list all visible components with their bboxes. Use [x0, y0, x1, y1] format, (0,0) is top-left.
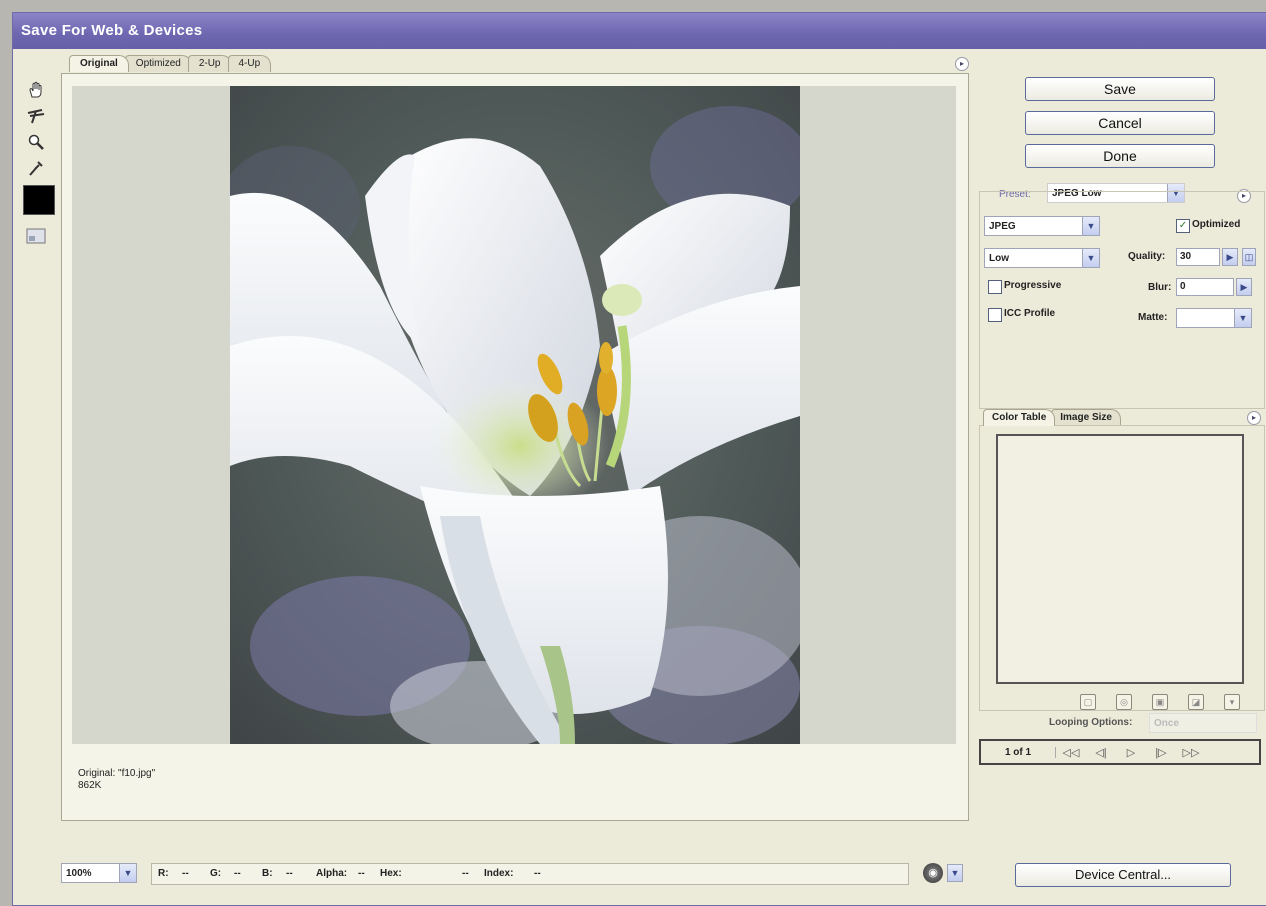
- blur-slider-arrow-icon[interactable]: ▶: [1236, 278, 1252, 296]
- b-label: B:: [262, 868, 273, 879]
- tab-image-size[interactable]: Image Size: [1051, 409, 1121, 426]
- lily-photo: [230, 86, 800, 744]
- color-table-grid[interactable]: [996, 434, 1244, 684]
- blur-field[interactable]: 0: [1176, 278, 1234, 296]
- view-tabs: Original Optimized 2-Up 4-Up: [69, 55, 272, 73]
- tab-color-table[interactable]: Color Table: [983, 409, 1056, 426]
- image-info-size: 862K: [78, 780, 102, 791]
- next-frame-icon[interactable]: |▷: [1146, 746, 1176, 759]
- blur-label: Blur:: [1148, 282, 1172, 293]
- index-value: --: [534, 868, 541, 879]
- image-canvas[interactable]: [72, 86, 956, 744]
- chevron-down-icon: ▼: [1082, 249, 1099, 267]
- image-info-name: Original: "f10.jpg": [78, 768, 156, 779]
- progressive-label: Progressive: [1004, 280, 1062, 291]
- quality-slider-arrow-icon[interactable]: ▶: [1222, 248, 1238, 266]
- optimize-settings-panel: JPEG ▼ ✓ Optimized Low ▼ Quality: 30 ▶ ◫…: [979, 191, 1265, 409]
- lock-color-icon[interactable]: ▣: [1152, 694, 1168, 710]
- eyedropper-tool-icon[interactable]: [23, 157, 49, 179]
- hex-label: Hex:: [380, 868, 402, 879]
- zoom-select[interactable]: 100% ▼: [61, 863, 137, 883]
- b-value: --: [286, 868, 293, 879]
- image-view: Original: "f10.jpg" 862K: [61, 73, 969, 821]
- last-frame-icon[interactable]: ▷▷: [1176, 746, 1206, 759]
- optimized-checkbox[interactable]: ✓: [1176, 219, 1190, 233]
- tab-2-up[interactable]: 2-Up: [187, 55, 232, 72]
- hand-tool-icon[interactable]: [23, 79, 49, 101]
- preview-in-browser-icon[interactable]: ◉: [923, 863, 943, 883]
- color-readout: R: -- G: -- B: -- Alpha: -- Hex: -- Inde…: [151, 863, 909, 885]
- quality-preset-value: Low: [989, 253, 1009, 264]
- view-menu-icon[interactable]: ▸: [955, 57, 969, 71]
- cancel-button[interactable]: Cancel: [1025, 111, 1215, 135]
- index-label: Index:: [484, 868, 514, 879]
- tab-4-up[interactable]: 4-Up: [227, 55, 272, 72]
- looping-select: Once: [1149, 713, 1257, 733]
- chevron-down-icon: ▼: [1234, 309, 1251, 327]
- tab-original[interactable]: Original: [69, 55, 129, 72]
- quality-label: Quality:: [1128, 251, 1166, 262]
- hex-value: --: [462, 868, 469, 879]
- previous-frame-icon[interactable]: ◁|: [1086, 746, 1116, 759]
- device-central-button[interactable]: Device Central...: [1015, 863, 1231, 887]
- image-info: Original: "f10.jpg" 862K: [78, 768, 155, 792]
- toolbox: [23, 79, 55, 251]
- status-bar: 100% ▼ R: -- G: -- B: -- Alpha: -- Hex: …: [61, 863, 909, 885]
- done-button[interactable]: Done: [1025, 144, 1215, 168]
- alpha-value: --: [358, 868, 365, 879]
- format-select[interactable]: JPEG ▼: [984, 216, 1100, 236]
- save-for-web-dialog: Save For Web & Devices Original Optimize…: [12, 12, 1266, 906]
- play-icon[interactable]: ▷: [1116, 746, 1146, 759]
- eyedropper-color-swatch[interactable]: [23, 185, 55, 215]
- zoom-value: 100%: [66, 868, 92, 879]
- alpha-label: Alpha:: [316, 868, 348, 879]
- quality-field[interactable]: 30: [1176, 248, 1220, 266]
- g-value: --: [234, 868, 241, 879]
- first-frame-icon[interactable]: ◁◁: [1056, 746, 1086, 759]
- trash-icon[interactable]: ▾: [1224, 694, 1240, 710]
- map-color-icon[interactable]: ▢: [1080, 694, 1096, 710]
- tab-optimized[interactable]: Optimized: [124, 55, 192, 72]
- save-button[interactable]: Save: [1025, 77, 1215, 101]
- frame-counter: 1 of 1: [981, 746, 1056, 758]
- matte-select[interactable]: ▼: [1176, 308, 1252, 328]
- format-value: JPEG: [989, 221, 1016, 232]
- icc-profile-label: ICC Profile: [1004, 308, 1056, 319]
- color-table-tabs: Color Table Image Size: [983, 409, 1121, 426]
- color-table-panel: ▢ ◎ ▣ ◪ ▾: [979, 425, 1265, 711]
- chevron-down-icon: ▼: [1082, 217, 1099, 235]
- new-color-icon[interactable]: ◪: [1188, 694, 1204, 710]
- optimized-label: Optimized: [1192, 219, 1241, 230]
- looping-options-label: Looping Options:: [1049, 717, 1133, 728]
- animation-controls: 1 of 1 ◁◁ ◁| ▷ |▷ ▷▷: [979, 739, 1261, 765]
- slice-select-tool-icon[interactable]: [23, 105, 49, 127]
- web-shift-icon[interactable]: ◎: [1116, 694, 1132, 710]
- looping-value: Once: [1154, 718, 1180, 729]
- browser-select-chevron-down-icon[interactable]: ▼: [947, 864, 963, 882]
- chevron-down-icon: ▼: [119, 864, 136, 882]
- zoom-tool-icon[interactable]: [23, 131, 49, 153]
- g-label: G:: [210, 868, 222, 879]
- icc-profile-checkbox[interactable]: [988, 308, 1002, 322]
- r-label: R:: [158, 868, 169, 879]
- matte-label: Matte:: [1138, 312, 1168, 323]
- quality-channel-icon[interactable]: ◫: [1242, 248, 1256, 266]
- toggle-slices-icon[interactable]: [23, 225, 49, 247]
- dialog-title: Save For Web & Devices: [13, 13, 1266, 49]
- progressive-checkbox[interactable]: [988, 280, 1002, 294]
- color-table-menu-icon[interactable]: ▸: [1247, 411, 1261, 425]
- r-value: --: [182, 868, 189, 879]
- color-table-icons: ▢ ◎ ▣ ◪ ▾: [1080, 694, 1240, 710]
- quality-preset-select[interactable]: Low ▼: [984, 248, 1100, 268]
